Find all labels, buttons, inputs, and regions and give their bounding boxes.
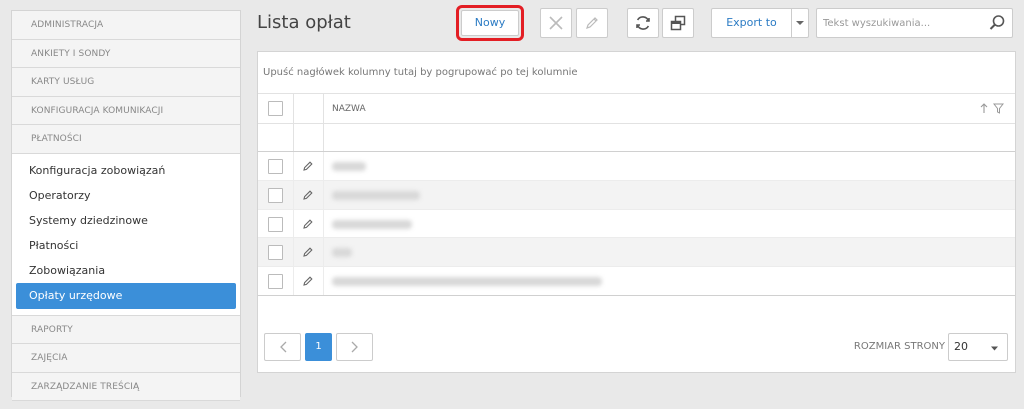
caret-down-icon (991, 346, 998, 351)
search-input[interactable] (817, 9, 982, 37)
column-divider (293, 267, 294, 295)
fees-grid: Upuść nagłówek kolumny tutaj by pogrupow… (257, 51, 1016, 373)
table-row[interactable] (258, 152, 1015, 181)
pencil-icon[interactable] (302, 189, 314, 201)
pencil-icon (586, 17, 598, 29)
sidebar-section-karty-uslug[interactable]: KARTY USŁUG (12, 68, 240, 97)
sidebar-item-zobowiazania[interactable]: Zobowiązania (16, 258, 236, 283)
row-checkbox[interactable] (268, 187, 283, 203)
new-button-highlight: Nowy (456, 5, 524, 41)
filter-icon[interactable] (993, 103, 1004, 114)
restore-window-button[interactable] (662, 8, 694, 38)
pencil-icon[interactable] (302, 275, 314, 287)
pencil-icon[interactable] (302, 246, 314, 258)
sidebar-section-zajecia[interactable]: ZAJĘCIA (12, 344, 240, 373)
redacted-name (332, 277, 602, 287)
select-all-checkbox[interactable] (268, 101, 283, 116)
pencil-icon[interactable] (302, 160, 314, 172)
page-size-value: 20 (954, 340, 968, 353)
sidebar-item-platnosci[interactable]: Płatności (16, 233, 236, 258)
close-icon (549, 16, 563, 30)
redacted-name (332, 248, 352, 258)
sidebar-section-raporty[interactable]: RAPORTY (12, 315, 240, 345)
pager-page-1[interactable]: 1 (305, 333, 332, 361)
redacted-name (332, 162, 366, 171)
row-checkbox[interactable] (268, 245, 283, 261)
refresh-icon (636, 16, 650, 30)
column-header-name[interactable]: NAZWA (332, 94, 366, 124)
column-divider (293, 180, 294, 209)
column-divider (323, 180, 324, 209)
sidebar-section-platnosci[interactable]: PŁATNOŚCI (12, 125, 240, 154)
new-button[interactable]: Nowy (461, 10, 519, 36)
pager-prev-button[interactable] (264, 333, 301, 361)
sidebar: ADMINISTRACJA ANKIETY I SONDY KARTY USŁU… (11, 10, 241, 402)
caret-down-icon (796, 21, 804, 25)
restore-window-icon (670, 15, 686, 31)
column-divider (323, 238, 324, 267)
column-divider (293, 238, 294, 267)
sidebar-submenu: Konfiguracja zobowiązań Operatorzy Syste… (12, 153, 240, 316)
row-checkbox[interactable] (268, 216, 283, 232)
sidebar-section-konfiguracja-komunikacji[interactable]: KONFIGURACJA KOMUNIKACJI (12, 96, 240, 125)
page-title: Lista opłat (257, 12, 351, 33)
row-checkbox[interactable] (268, 159, 283, 174)
sidebar-section-administracja[interactable]: ADMINISTRACJA (12, 11, 240, 40)
column-divider (323, 152, 324, 180)
sort-arrow-icon[interactable] (980, 103, 988, 114)
grid-filter-row (258, 124, 1015, 152)
chevron-left-icon (279, 341, 286, 353)
sidebar-section-zarzadzanie-trescia[interactable]: ZARZĄDZANIE TREŚCIĄ (12, 372, 240, 402)
export-button[interactable]: Export to (711, 8, 792, 38)
redacted-name (332, 219, 412, 229)
group-drop-area[interactable]: Upuść nagłówek kolumny tutaj by pogrupow… (258, 52, 1015, 94)
column-divider (293, 94, 294, 123)
grid-footer-divider (258, 295, 1015, 296)
column-divider (323, 267, 324, 295)
edit-button[interactable] (576, 8, 608, 38)
pencil-icon[interactable] (302, 218, 314, 230)
table-row[interactable] (258, 180, 1015, 210)
column-divider (323, 94, 324, 123)
sidebar-item-systemy-dziedzinowe[interactable]: Systemy dziedzinowe (16, 208, 236, 233)
row-checkbox[interactable] (268, 274, 283, 290)
delete-button[interactable] (540, 8, 572, 38)
sidebar-item-konfiguracja-zobowiazan[interactable]: Konfiguracja zobowiązań (16, 158, 236, 183)
sidebar-item-operatorzy[interactable]: Operatorzy (16, 183, 236, 208)
sidebar-section-ankiety[interactable]: ANKIETY I SONDY (12, 39, 240, 68)
redacted-name (332, 190, 420, 200)
table-row[interactable] (258, 209, 1015, 239)
pager-next-button[interactable] (336, 333, 373, 361)
column-divider (293, 209, 294, 238)
column-divider (293, 152, 294, 180)
page-size-select[interactable]: 20 (948, 333, 1008, 361)
sidebar-item-oplaty-urzedowe[interactable]: Opłaty urzędowe (16, 283, 236, 309)
column-divider (293, 124, 294, 151)
column-divider (323, 209, 324, 238)
refresh-button[interactable] (627, 8, 659, 38)
table-row[interactable] (258, 267, 1015, 296)
search-box (816, 8, 1013, 38)
page-size-label: ROZMIAR STRONY (853, 341, 945, 352)
search-icon[interactable] (988, 14, 1006, 32)
chevron-right-icon (351, 341, 358, 353)
export-dropdown-button[interactable] (791, 8, 809, 38)
grid-header-row: NAZWA (258, 94, 1015, 124)
table-row[interactable] (258, 238, 1015, 268)
column-divider (323, 124, 324, 151)
